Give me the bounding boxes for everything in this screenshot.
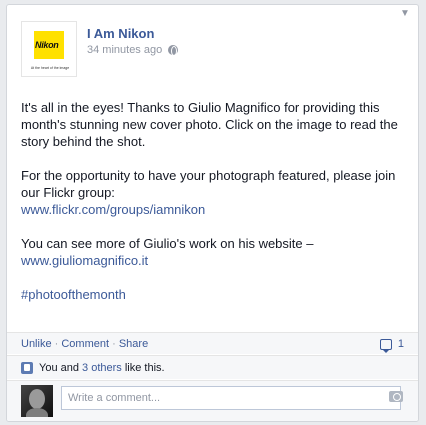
chevron-down-icon[interactable]: ▼ xyxy=(399,9,411,19)
avatar[interactable] xyxy=(21,385,53,417)
timestamp-link[interactable]: 34 minutes ago xyxy=(87,44,162,56)
separator: · xyxy=(51,338,62,350)
likes-summary: You and 3 others like this. xyxy=(39,356,165,380)
camera-icon[interactable] xyxy=(389,391,403,402)
others-link[interactable]: 3 others xyxy=(82,362,122,374)
globe-icon xyxy=(168,45,179,56)
comment-count[interactable]: 1 xyxy=(379,333,404,355)
likes-prefix: You and xyxy=(39,361,83,374)
likes-suffix: like this. xyxy=(121,361,165,374)
website-link[interactable]: www.giuliomagnifico.it xyxy=(21,253,148,268)
post-header: Nikon At the heart of the image I Am Nik… xyxy=(21,19,401,79)
flickr-link[interactable]: www.flickr.com/groups/iamnikon xyxy=(21,202,205,217)
logo-tagline: At the heart of the image xyxy=(30,66,70,70)
nikon-logo-icon: Nikon xyxy=(34,31,64,59)
post-text: For the opportunity to have your photogr… xyxy=(21,168,396,200)
thumbs-up-icon xyxy=(21,361,33,374)
post-paragraph: #photoofthemonth xyxy=(21,286,411,303)
unlike-button[interactable]: Unlike xyxy=(21,338,52,350)
page-name-link[interactable]: I Am Nikon xyxy=(87,26,154,41)
logo-text: Nikon xyxy=(35,40,59,50)
comment-composer: Write a comment... xyxy=(7,380,418,421)
comment-icon xyxy=(379,338,392,353)
comment-count-value: 1 xyxy=(397,338,404,350)
post-text: You can see more of Giulio's work on his… xyxy=(21,236,314,251)
post-paragraph: For the opportunity to have your photogr… xyxy=(21,167,411,218)
separator: · xyxy=(109,338,119,350)
page-logo[interactable]: Nikon At the heart of the image xyxy=(21,21,77,77)
comment-input[interactable]: Write a comment... xyxy=(61,386,401,410)
likes-row: You and 3 others like this. xyxy=(7,355,418,379)
post-paragraph: You can see more of Giulio's work on his… xyxy=(21,235,411,269)
comment-button[interactable]: Comment xyxy=(61,338,109,350)
share-button[interactable]: Share xyxy=(119,338,148,350)
post-timestamp: 34 minutes ago xyxy=(87,44,179,56)
post-paragraph: It's all in the eyes! Thanks to Giulio M… xyxy=(21,100,398,149)
hashtag-link[interactable]: #photoofthemonth xyxy=(21,287,126,302)
post-card: ▼ Nikon At the heart of the image I Am N… xyxy=(6,4,419,422)
post-body: It's all in the eyes! Thanks to Giulio M… xyxy=(21,99,411,320)
action-bar: Unlike · Comment · Share 1 xyxy=(7,332,418,354)
